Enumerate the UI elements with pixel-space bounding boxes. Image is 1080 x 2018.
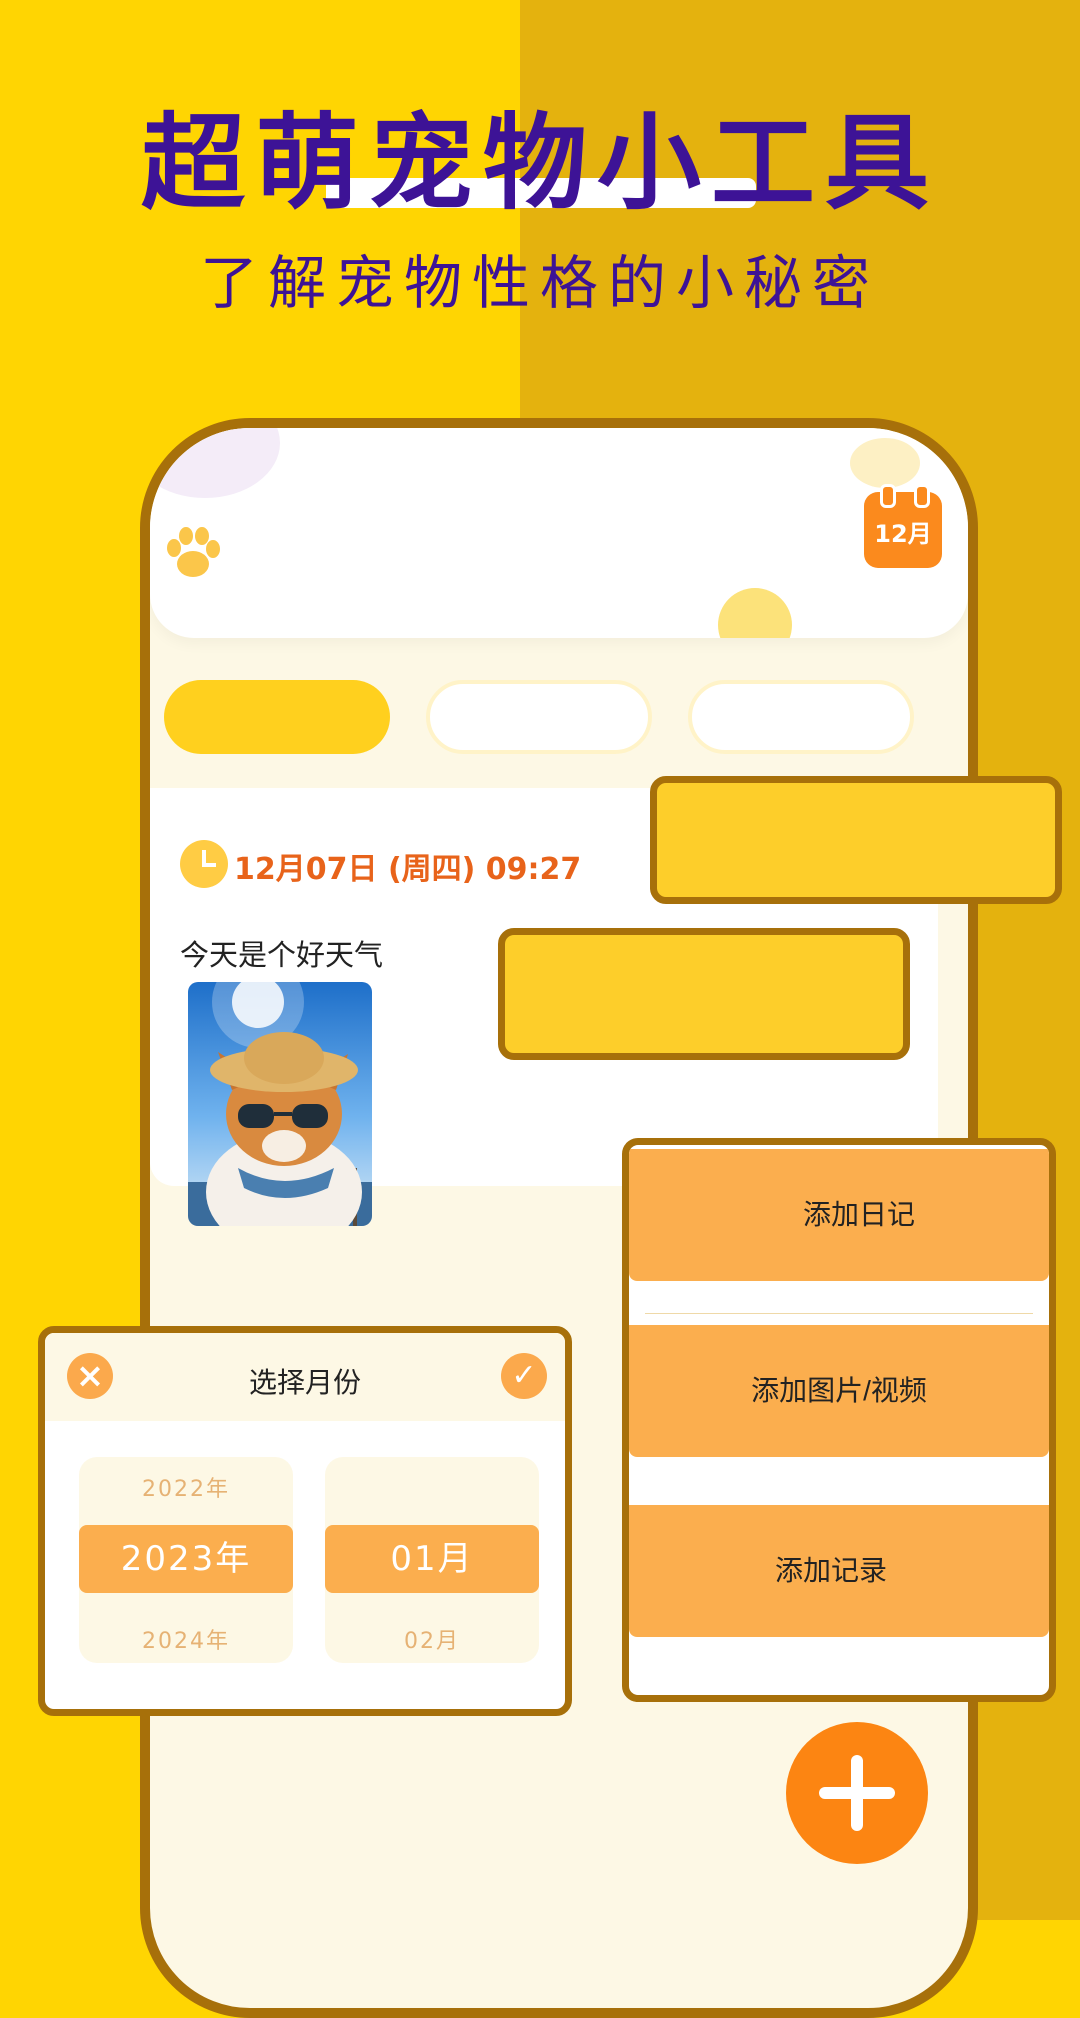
app-header: 12月 <box>150 428 968 638</box>
tab-records[interactable] <box>688 680 914 754</box>
picker-title: 选择月份 <box>248 1367 361 1398</box>
month-wheel[interactable]: 01月 02月 <box>325 1457 539 1663</box>
add-media-button[interactable]: 添加图片/视频 <box>629 1325 1049 1457</box>
clock-icon <box>180 840 228 888</box>
promo-headline: 超萌宠物小工具 <box>140 102 939 224</box>
add-record-button[interactable]: 添加记录 <box>629 1505 1049 1637</box>
entry-photo-cat[interactable] <box>188 982 372 1226</box>
add-media-label: 添加图片/视频 <box>751 1375 927 1406</box>
add-record-label: 添加记录 <box>774 1555 887 1586</box>
add-menu-panel: 添加日记 添加图片/视频 添加记录 <box>622 1138 1056 1702</box>
year-option[interactable]: 2022年 <box>79 1471 293 1503</box>
add-diary-button[interactable]: 添加日记 <box>629 1149 1049 1281</box>
entry-date: 12月07日 (周四) 09:27 <box>234 852 582 887</box>
month-option[interactable]: 02月 <box>325 1623 539 1655</box>
header-decoration <box>718 588 792 638</box>
year-wheel[interactable]: 2022年 2023年 2024年 <box>79 1457 293 1663</box>
tab-media[interactable] <box>426 680 652 754</box>
month-picker-dialog: × 选择月份 ✓ 2022年 2023年 2024年 01月 02月 <box>38 1326 572 1716</box>
tab-diary[interactable] <box>164 680 390 754</box>
add-button-plus-icon[interactable] <box>786 1722 928 1864</box>
check-icon[interactable]: ✓ <box>501 1353 547 1399</box>
year-option[interactable]: 2024年 <box>79 1623 293 1655</box>
menu-divider <box>645 1313 1033 1314</box>
selected-month[interactable]: 01月 <box>325 1525 539 1593</box>
calendar-month-label: 12月 <box>874 520 932 548</box>
header-decoration <box>150 428 280 498</box>
selected-year[interactable]: 2023年 <box>79 1525 293 1593</box>
header-decoration <box>850 438 920 488</box>
add-diary-label: 添加日记 <box>802 1199 915 1230</box>
entry-text: 今天是个好天气 <box>180 940 384 972</box>
calendar-icon[interactable]: 12月 <box>864 484 942 568</box>
paw-icon <box>167 527 220 577</box>
picker-header: × 选择月份 ✓ <box>45 1333 565 1421</box>
promo-subheadline: 了解宠物性格的小秘密 <box>199 249 880 317</box>
highlight-card <box>498 928 910 1060</box>
highlight-card <box>650 776 1062 904</box>
